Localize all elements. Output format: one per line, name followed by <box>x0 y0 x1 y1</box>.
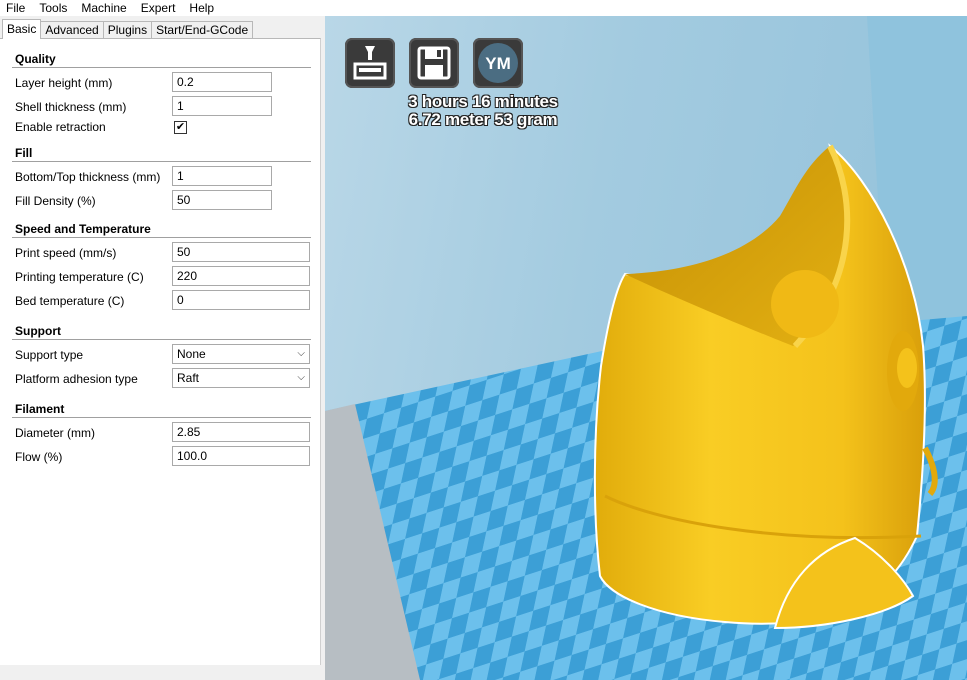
platform-adhesion-value: Raft <box>177 371 200 385</box>
printing-temperature-label: Printing temperature (C) <box>15 270 144 284</box>
settings-tabs: Basic Advanced Plugins Start/End-GCode <box>2 19 254 39</box>
section-title-support: Support <box>15 324 61 338</box>
fill-density-label: Fill Density (%) <box>15 194 96 208</box>
section-title-fill: Fill <box>15 146 33 160</box>
load-icon <box>353 46 387 80</box>
section-title-speed-temperature: Speed and Temperature <box>15 222 151 236</box>
ym-label: YM <box>485 54 511 73</box>
tab-basic[interactable]: Basic <box>2 19 42 39</box>
flow-input[interactable]: 100.0 <box>172 446 310 466</box>
menu-machine[interactable]: Machine <box>74 0 133 16</box>
printing-temperature-input[interactable]: 220 <box>172 266 310 286</box>
section-divider <box>12 237 311 238</box>
save-gcode-button[interactable] <box>409 38 459 88</box>
diameter-label: Diameter (mm) <box>15 426 95 440</box>
section-divider <box>12 67 311 68</box>
bed-temperature-label: Bed temperature (C) <box>15 294 125 308</box>
bed-temperature-input[interactable]: 0 <box>172 290 310 310</box>
menu-tools[interactable]: Tools <box>32 0 74 16</box>
save-icon <box>417 46 451 80</box>
chevron-down-icon: ⌵ <box>297 372 305 383</box>
section-title-quality: Quality <box>15 52 56 66</box>
diameter-input[interactable]: 2.85 <box>172 422 310 442</box>
support-type-value: None <box>177 347 206 361</box>
enable-retraction-label: Enable retraction <box>15 120 106 134</box>
layer-height-label: Layer height (mm) <box>15 76 113 90</box>
support-type-label: Support type <box>15 348 84 362</box>
platform-adhesion-label: Platform adhesion type <box>15 372 138 386</box>
layer-height-input[interactable]: 0.2 <box>172 72 272 92</box>
3d-viewport[interactable]: YM 3 hours 16 minutes 6.72 meter 53 gram <box>325 16 967 680</box>
print-speed-label: Print speed (mm/s) <box>15 246 117 260</box>
printed-model <box>593 143 938 630</box>
menu-file[interactable]: File <box>0 0 32 16</box>
section-divider <box>12 417 311 418</box>
load-button[interactable] <box>345 38 395 88</box>
basic-tab-content: Quality Layer height (mm) 0.2 Shell thic… <box>0 38 321 665</box>
section-title-filament: Filament <box>15 402 65 416</box>
tab-plugins[interactable]: Plugins <box>102 21 153 39</box>
youmagine-button[interactable]: YM <box>473 38 523 88</box>
print-speed-input[interactable]: 50 <box>172 242 310 262</box>
shell-thickness-input[interactable]: 1 <box>172 96 272 116</box>
youmagine-icon: YM <box>478 43 518 83</box>
section-divider <box>12 161 311 162</box>
chevron-down-icon: ⌵ <box>297 348 305 359</box>
menu-expert[interactable]: Expert <box>134 0 183 16</box>
tab-advanced[interactable]: Advanced <box>40 21 104 39</box>
tab-start-end-gcode[interactable]: Start/End-GCode <box>151 21 254 39</box>
menu-help[interactable]: Help <box>182 0 221 16</box>
bottom-top-thickness-label: Bottom/Top thickness (mm) <box>15 170 161 184</box>
enable-retraction-checkbox[interactable]: ✔ <box>174 121 187 134</box>
flow-label: Flow (%) <box>15 450 63 464</box>
menu-bar: File Tools Machine Expert Help <box>0 0 967 16</box>
print-material-text: 6.72 meter 53 gram <box>408 110 558 129</box>
shell-thickness-label: Shell thickness (mm) <box>15 100 127 114</box>
fill-density-input[interactable]: 50 <box>172 190 272 210</box>
bottom-top-thickness-input[interactable]: 1 <box>172 166 272 186</box>
print-time-text: 3 hours 16 minutes <box>408 92 558 111</box>
section-divider <box>12 339 311 340</box>
support-type-select[interactable]: None ⌵ <box>172 344 310 364</box>
platform-adhesion-select[interactable]: Raft ⌵ <box>172 368 310 388</box>
